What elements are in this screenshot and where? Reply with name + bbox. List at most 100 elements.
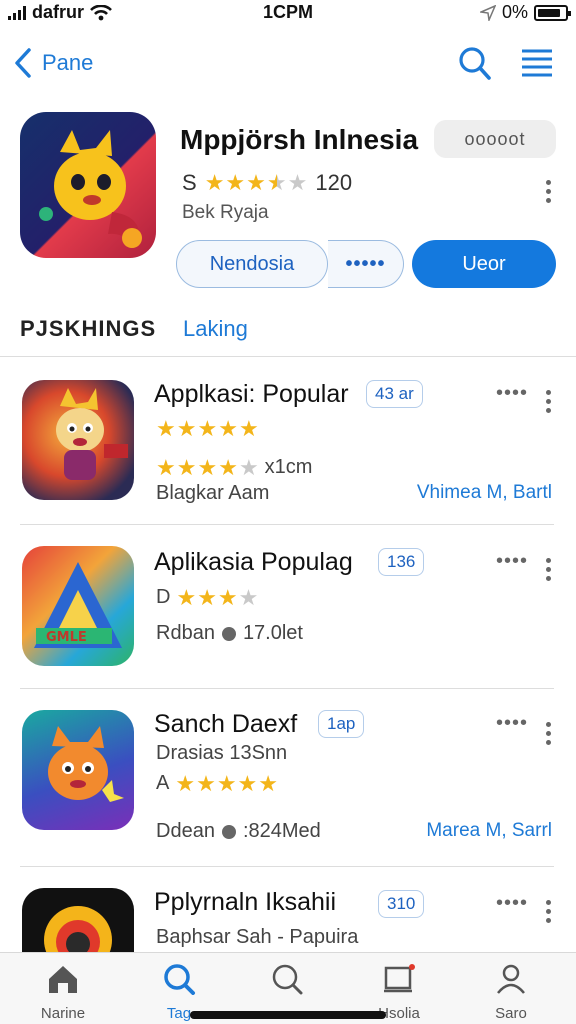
tab-active[interactable]: PJSKHINGS	[20, 316, 156, 342]
battery-icon	[534, 4, 571, 21]
star-icon: ★	[287, 170, 308, 195]
home-icon	[49, 966, 77, 993]
star-icon: ★	[216, 770, 237, 796]
more-options-button[interactable]: •••••	[328, 240, 404, 288]
featured-app-icon[interactable]	[20, 112, 156, 258]
star-icon: ★	[196, 770, 216, 796]
star-icon: ★	[238, 416, 259, 441]
rating-stars: ★ ★ ★ ★ ★	[175, 770, 279, 796]
more-icon[interactable]	[545, 390, 551, 413]
nav-actions	[458, 46, 554, 82]
dots-icon[interactable]: ••••	[496, 382, 528, 405]
tab-profile[interactable]: Saro	[466, 963, 556, 1022]
dots-icon[interactable]: ••••	[496, 712, 528, 735]
back-label: Pane	[42, 50, 94, 75]
more-icon[interactable]	[545, 722, 551, 745]
rating-stars: ★ ★ ★ ★ ★	[156, 454, 259, 480]
star-icon: ★	[258, 770, 279, 796]
app-rating: ★ ★ ★ ★ ★	[156, 418, 259, 440]
more-icon[interactable]	[545, 180, 551, 203]
app-icon	[22, 710, 134, 830]
star-icon: ★	[218, 416, 238, 441]
secondary-button-label: Nendosia	[209, 252, 295, 275]
app-title: Aplikasia Populag	[154, 548, 353, 576]
star-icon: ★	[238, 454, 259, 480]
star-icon: ★	[197, 584, 217, 610]
app-rating: D ★ ★ ★ ★	[156, 586, 258, 609]
dots-icon[interactable]: ••••	[496, 550, 528, 573]
app-size: :824Med	[242, 820, 321, 842]
search-icon[interactable]	[458, 46, 492, 82]
app-developer: Rdban	[156, 622, 215, 644]
app-meta: Ddean :824Med	[156, 820, 321, 843]
rating-stars: ★ ★ ★ ★ ★	[156, 418, 259, 440]
profile-icon	[497, 964, 525, 994]
star-icon: ★	[176, 416, 197, 441]
app-link[interactable]: Marea M, Sarrl	[426, 820, 552, 842]
star-icon: ★	[156, 454, 176, 480]
app-developer: Blagkar Aam	[156, 482, 270, 504]
svg-text:GMLE: GMLE	[46, 630, 87, 645]
rating-meta: x1cm	[264, 456, 313, 478]
logo-illustration: GMLE	[34, 562, 122, 648]
primary-button-label: Ueor	[462, 252, 506, 275]
star-icon: ★	[197, 454, 218, 480]
back-button[interactable]: Pane	[14, 48, 93, 78]
rating-prefix: S	[182, 170, 197, 195]
dots-icon[interactable]: ••••	[496, 892, 528, 915]
menu-icon[interactable]	[520, 46, 554, 80]
app-badge[interactable]: 136	[378, 548, 425, 576]
app-rating: A ★ ★ ★ ★ ★	[156, 772, 278, 795]
app-title: Pplyrnaln Iksahii	[154, 888, 337, 916]
logo-illustration	[44, 906, 112, 954]
star-icon: ★	[238, 584, 259, 610]
updates-icon	[384, 964, 415, 993]
star-icon: ★	[237, 770, 258, 796]
primary-button[interactable]: Ueor	[412, 240, 556, 288]
more-icon[interactable]	[545, 900, 551, 923]
app-title: Sanch Daexf	[154, 710, 298, 738]
app-developer: Ddean	[156, 820, 215, 842]
divider	[20, 524, 554, 525]
more-options-label: •••••	[345, 252, 386, 275]
app-size: 17.0let	[242, 622, 303, 644]
tab-home[interactable]: Narine	[18, 963, 108, 1022]
search-icon	[272, 964, 303, 995]
app-badge[interactable]: 1ap	[318, 710, 365, 738]
tab-other[interactable]: Laking	[183, 316, 248, 342]
app-rating-secondary: ★ ★ ★ ★ ★ x1cm	[156, 456, 312, 479]
rating-prefix: D	[156, 586, 171, 608]
more-icon[interactable]	[545, 558, 551, 581]
app-icon	[22, 888, 134, 954]
app-title: Applkasi: Popular	[154, 380, 349, 408]
star-icon: ★	[217, 584, 238, 610]
search-icon	[164, 964, 195, 995]
tab-label: Saro	[495, 1005, 527, 1022]
app-subtitle: Drasias 13Snn	[156, 742, 288, 764]
secondary-button[interactable]: Nendosia	[176, 240, 328, 288]
star-icon: ★	[225, 170, 246, 195]
star-icon: ★	[176, 584, 197, 610]
featured-app-title: Mppjörsh Inlnesia	[180, 124, 419, 155]
divider	[0, 356, 576, 357]
mascot-illustration	[39, 130, 142, 248]
location-icon	[479, 4, 496, 21]
rating-count: 120	[315, 170, 353, 195]
download-icon	[221, 626, 236, 641]
mascot-illustration	[56, 388, 128, 480]
featured-stars: ★ ★ ★ ★ ★	[205, 172, 308, 194]
app-badge[interactable]: 310	[378, 890, 425, 918]
app-badge[interactable]: 43 ar	[366, 380, 423, 408]
battery-percent: 0%	[501, 2, 528, 22]
featured-app-pill[interactable]: ooooot	[434, 120, 556, 158]
star-icon: ★	[175, 770, 196, 796]
divider	[20, 866, 554, 867]
featured-rating: S ★ ★ ★ ★ ★ 120	[182, 170, 352, 196]
app-link[interactable]: Vhimea M, Bartl	[417, 482, 552, 504]
star-icon: ★	[156, 416, 176, 441]
featured-app-subtitle: Bek Ryaja	[182, 202, 269, 223]
download-icon	[221, 824, 236, 839]
tab-search[interactable]	[242, 963, 332, 1005]
star-icon: ★	[246, 170, 266, 195]
tab-label: Narine	[40, 1005, 86, 1022]
